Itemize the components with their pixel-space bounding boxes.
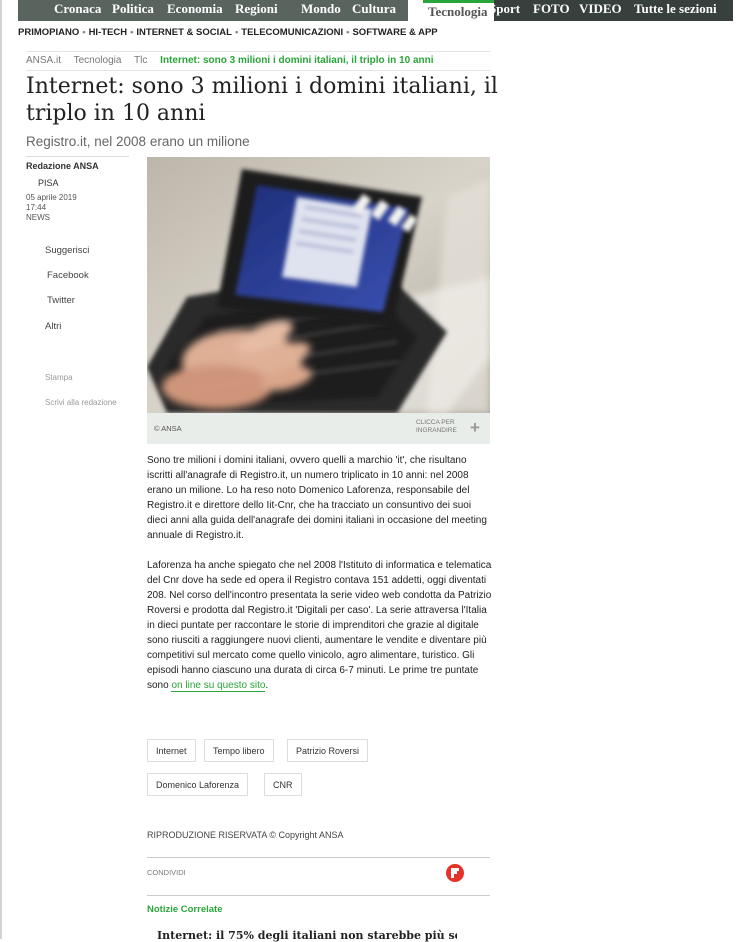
- flipboard-glyph: [451, 868, 459, 878]
- nav-mondo[interactable]: Mondo: [301, 0, 341, 21]
- breadcrumb-current: Internet: sono 3 milioni i domini italia…: [160, 55, 434, 66]
- page-left-border: [0, 0, 2, 939]
- tag-cnr[interactable]: CNR: [264, 773, 302, 796]
- print-link[interactable]: Stampa: [45, 373, 73, 382]
- plus-icon[interactable]: +: [470, 418, 480, 438]
- tag-tempo-libero[interactable]: Tempo libero: [204, 739, 274, 762]
- related-news-title: Notizie Correlate: [147, 904, 223, 915]
- copyright-notice: RIPRODUZIONE RISERVATA © Copyright ANSA: [147, 830, 344, 840]
- breadcrumb-bottom-rule: [26, 70, 490, 71]
- photo-credit: © ANSA: [154, 424, 182, 433]
- share-altri[interactable]: Altri: [45, 321, 61, 332]
- nav-video[interactable]: VIDEO: [579, 0, 622, 21]
- nav-regioni[interactable]: Regioni: [235, 0, 278, 21]
- page-title: Internet: sono 3 milioni i domini italia…: [26, 74, 498, 126]
- subnav-primopiano[interactable]: PRIMOPIANO: [18, 27, 79, 38]
- article-photo[interactable]: [147, 157, 490, 413]
- related-top-rule: [147, 895, 490, 896]
- write-editor-link[interactable]: Scrivi alla redazione: [45, 398, 117, 407]
- nav-tecnologia-label: Tecnologia: [428, 4, 488, 19]
- nav-all-sections[interactable]: Tutte le sezioni: [634, 0, 717, 21]
- meta-rule: [26, 156, 129, 157]
- breadcrumb-ansa[interactable]: ANSA.it: [26, 55, 61, 66]
- related-news-item[interactable]: Internet: il 75% degli italiani non star…: [157, 929, 457, 942]
- breadcrumb: ANSA.it Tecnologia Tlc Internet: sono 3 …: [26, 55, 434, 66]
- share-facebook[interactable]: Facebook: [47, 270, 89, 281]
- enlarge-line-1: CLICCA PER: [416, 419, 455, 426]
- breadcrumb-tlc[interactable]: Tlc: [134, 55, 147, 66]
- article-paragraph-1: Sono tre milioni i domini italiani, ovve…: [147, 455, 487, 541]
- article-paragraph-2: Laforenza ha anche spiegato che nel 2008…: [147, 558, 492, 693]
- article-place: PISA: [38, 178, 59, 188]
- breadcrumb-tecnologia[interactable]: Tecnologia: [74, 55, 122, 66]
- share-top-rule: [147, 857, 490, 858]
- nav-cronaca[interactable]: Cronaca: [54, 0, 101, 21]
- subnav-software-app[interactable]: SOFTWARE & APP: [352, 27, 437, 38]
- tag-patrizio-roversi[interactable]: Patrizio Roversi: [287, 739, 369, 762]
- article-time: 17:44: [26, 203, 47, 212]
- subnav-telecomunicazioni[interactable]: TELECOMUNICAZIONI: [241, 27, 343, 38]
- subnav-hitech[interactable]: HI-TECH: [89, 27, 128, 38]
- enlarge-line-2: INGRANDIRE: [416, 427, 457, 434]
- article-date: 05 aprile 2019: [26, 193, 77, 202]
- share-twitter[interactable]: Twitter: [47, 295, 75, 306]
- share-label: CONDIVIDI: [147, 868, 186, 877]
- nav-politica[interactable]: Politica: [112, 0, 154, 21]
- nav-cultura[interactable]: Cultura: [352, 0, 396, 21]
- tag-domenico-laforenza[interactable]: Domenico Laforenza: [147, 773, 249, 796]
- article-author: Redazione ANSA: [26, 161, 99, 171]
- subnav-separator: •: [234, 27, 239, 38]
- online-site-link[interactable]: on line su questo sito: [171, 680, 266, 692]
- photo-caption-bar: © ANSA CLICCA PER INGRANDIRE +: [147, 413, 490, 444]
- sub-nav: PRIMOPIANO • HI-TECH • INTERNET & SOCIAL • TEL…: [18, 27, 438, 41]
- article-paragraph-2-text: Laforenza ha anche spiegato che nel 2008…: [147, 560, 492, 691]
- nav-tecnologia-active[interactable]: Tecnologia: [423, 0, 494, 21]
- subnav-separator: •: [82, 27, 86, 38]
- share-suggerisci[interactable]: Suggerisci: [45, 245, 89, 256]
- nav-economia[interactable]: Economia: [167, 0, 223, 21]
- laptop-typing-image: [147, 157, 490, 413]
- nav-foto[interactable]: FOTO: [533, 0, 570, 21]
- article-date-block: 05 aprile 2019 17:44 NEWS: [26, 193, 116, 223]
- nav-sport[interactable]: Sport: [489, 0, 520, 21]
- tag-internet[interactable]: Internet: [147, 739, 196, 762]
- breadcrumb-top-rule: [26, 51, 490, 52]
- main-nav: Cronaca Politica Economia Regioni Mondo …: [18, 0, 733, 21]
- subnav-internet-social[interactable]: INTERNET & SOCIAL: [136, 27, 232, 38]
- enlarge-photo-link[interactable]: CLICCA PER INGRANDIRE: [416, 419, 457, 435]
- article-paragraph-2-end: .: [265, 680, 269, 691]
- article-subtitle: Registro.it, nel 2008 erano un milione: [26, 134, 250, 149]
- flipboard-icon[interactable]: [446, 864, 464, 882]
- article-category: NEWS: [26, 213, 50, 222]
